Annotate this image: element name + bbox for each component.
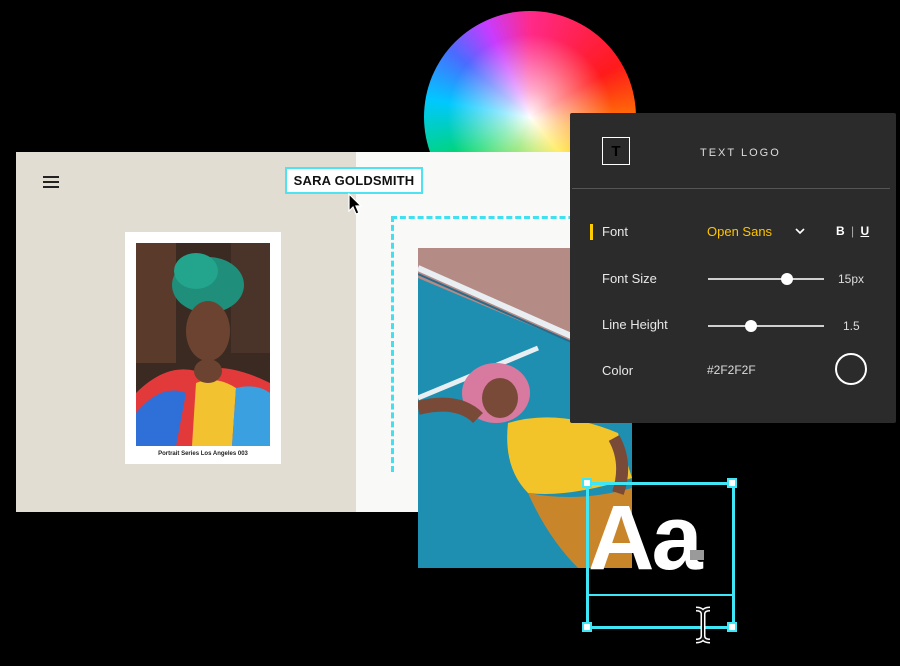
chevron-down-icon[interactable]: [794, 225, 806, 237]
color-hex-value[interactable]: #2F2F2F: [707, 363, 756, 377]
font-select[interactable]: Open Sans: [707, 224, 772, 239]
text-style-buttons[interactable]: B | U: [836, 224, 869, 238]
color-label: Color: [602, 363, 634, 378]
panel-divider: [572, 188, 890, 189]
line-height-slider-track[interactable]: [708, 325, 824, 327]
text-highlight-mark: [690, 550, 704, 560]
selection-left-edge: [586, 483, 589, 628]
arrow-cursor-icon: [348, 193, 363, 215]
resize-handle-bottom-right[interactable]: [727, 622, 737, 632]
text-t-icon: T: [602, 137, 630, 165]
baseline-guide: [588, 594, 734, 596]
hamburger-menu-icon[interactable]: [43, 176, 59, 188]
font-size-slider-track[interactable]: [708, 278, 824, 280]
font-size-slider-thumb[interactable]: [780, 273, 793, 285]
selection-top-edge: [588, 482, 734, 485]
line-height-value: 1.5: [843, 319, 860, 333]
bold-button[interactable]: B: [836, 224, 845, 238]
portrait-caption: Portrait Series Los Angeles 003: [158, 451, 248, 457]
active-row-indicator: [590, 224, 593, 240]
font-size-label: Font Size: [602, 271, 657, 286]
selection-right-edge: [732, 483, 735, 628]
i-beam-cursor-icon: [695, 606, 711, 644]
resize-handle-top-right[interactable]: [727, 478, 737, 488]
resize-handle-bottom-left[interactable]: [582, 622, 592, 632]
sample-text-aa[interactable]: Aa: [588, 492, 703, 584]
line-height-label: Line Height: [602, 317, 668, 332]
portrait-photo[interactable]: [136, 243, 270, 446]
resize-handle-top-left[interactable]: [582, 478, 592, 488]
panel-header: TEXT LOGO: [700, 147, 781, 159]
style-separator: |: [851, 224, 855, 238]
underline-button[interactable]: U: [860, 224, 869, 238]
line-height-slider-thumb[interactable]: [744, 320, 757, 332]
font-label: Font: [602, 224, 629, 239]
color-swatch[interactable]: [835, 353, 867, 385]
site-title-logo[interactable]: SARA GOLDSMITH: [285, 167, 423, 194]
font-size-value: 15px: [838, 272, 865, 286]
